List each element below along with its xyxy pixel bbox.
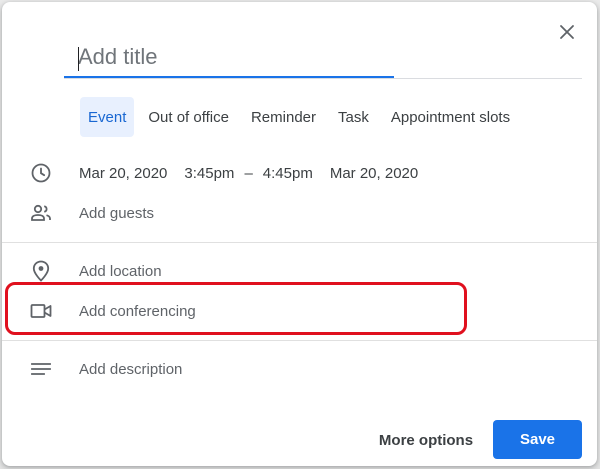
people-icon <box>28 200 54 226</box>
event-type-tabs: Event Out of office Reminder Task Appoin… <box>80 97 524 137</box>
end-time[interactable]: 4:45pm <box>263 165 313 182</box>
start-time[interactable]: 3:45pm <box>184 165 234 182</box>
start-date[interactable]: Mar 20, 2020 <box>79 165 167 182</box>
time-separator: – <box>244 164 253 182</box>
event-dialog: Event Out of office Reminder Task Appoin… <box>2 2 597 466</box>
divider <box>2 340 597 341</box>
location-pin-icon <box>28 258 54 284</box>
tab-event[interactable]: Event <box>80 97 135 137</box>
tab-task[interactable]: Task <box>330 97 377 137</box>
save-button[interactable]: Save <box>493 420 582 459</box>
text-caret <box>78 47 79 71</box>
datetime-values: Mar 20, 2020 3:45pm – 4:45pm Mar 20, 202… <box>79 165 418 182</box>
end-date[interactable]: Mar 20, 2020 <box>330 165 418 182</box>
add-guests[interactable]: Add guests <box>79 205 154 222</box>
more-options-button[interactable]: More options <box>368 422 484 458</box>
divider <box>2 242 597 243</box>
clock-icon <box>28 160 54 186</box>
tab-reminder[interactable]: Reminder <box>243 97 324 137</box>
title-focus-underline <box>64 76 394 78</box>
description-lines-icon <box>28 356 54 382</box>
guests-row[interactable]: Add guests <box>2 193 597 233</box>
tab-out-of-office[interactable]: Out of office <box>140 97 237 137</box>
add-description[interactable]: Add description <box>79 361 182 378</box>
datetime-row: Mar 20, 2020 3:45pm – 4:45pm Mar 20, 202… <box>2 153 597 193</box>
title-field <box>64 38 582 79</box>
highlight-box <box>5 282 467 335</box>
title-input[interactable] <box>64 38 394 76</box>
add-location[interactable]: Add location <box>79 263 162 280</box>
description-row[interactable]: Add description <box>2 349 597 389</box>
tab-appointment-slots[interactable]: Appointment slots <box>383 97 518 137</box>
